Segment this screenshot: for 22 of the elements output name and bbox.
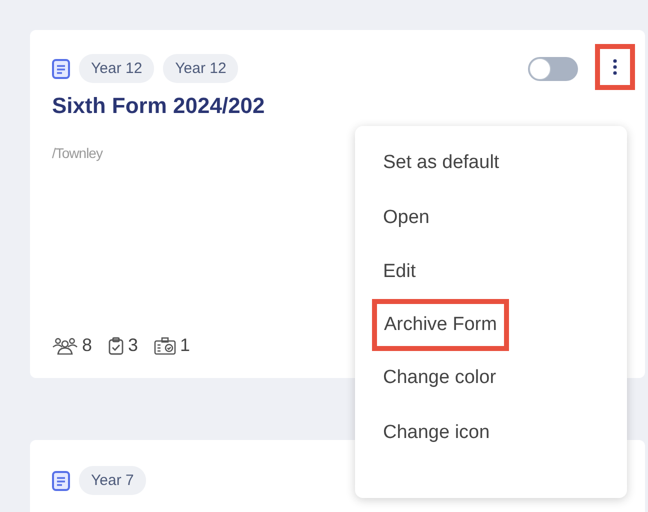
menu-item[interactable]: Archive Form <box>372 299 509 352</box>
form-path: /Townley <box>52 145 104 161</box>
id-card-icon <box>154 336 176 354</box>
toggle-switch[interactable] <box>528 56 578 80</box>
document-icon <box>52 470 70 490</box>
form-title: Sixth Form 2024/202 <box>52 93 266 119</box>
stat-count: 1 <box>180 335 190 356</box>
kebab-icon <box>613 58 617 74</box>
clipboard-check-icon <box>108 336 124 354</box>
stat-count: 8 <box>82 335 92 356</box>
people-icon <box>52 336 78 354</box>
more-options-button[interactable] <box>595 44 635 90</box>
menu-item[interactable]: Edit <box>371 244 428 300</box>
year-tag: Year 12 <box>163 54 238 83</box>
year-tag: Year 7 <box>79 466 146 495</box>
menu-item[interactable]: Change color <box>371 351 508 406</box>
stat-count: 3 <box>128 335 138 356</box>
document-icon <box>52 58 70 78</box>
menu-item[interactable]: Set as default <box>371 136 512 190</box>
year-tag: Year 12 <box>79 54 154 83</box>
menu-item[interactable]: Open <box>371 190 442 245</box>
menu-item[interactable]: Change icon <box>371 406 502 460</box>
